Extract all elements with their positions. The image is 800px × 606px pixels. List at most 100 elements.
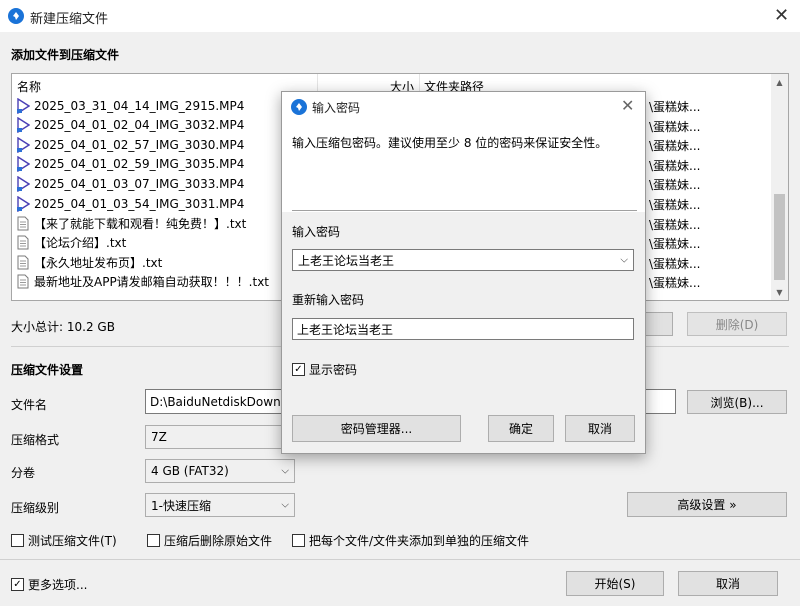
format-select[interactable]: 7Z: [145, 425, 295, 449]
close-icon[interactable]: ✕: [774, 7, 789, 25]
file-path: \蛋糕妹...: [649, 198, 701, 212]
confirm-password-label: 重新输入密码: [292, 293, 365, 307]
file-path: \蛋糕妹...: [649, 217, 701, 232]
chevron-down-icon: ⌵: [281, 465, 289, 477]
checkmark-icon: ✓: [292, 363, 305, 376]
checkbox-unchecked-icon: [292, 534, 305, 547]
file-path: \蛋糕妹...: [649, 139, 701, 154]
delete-button[interactable]: 删除(D): [687, 312, 787, 336]
file-row[interactable]: 2025_04_01_03_07_IMG_3033.MP4: [16, 174, 244, 193]
password-manager-button[interactable]: 密码管理器...: [292, 415, 461, 442]
password-dialog-description-area: 输入压缩包密码。建议使用至少 8 位的密码来保证安全性。: [282, 122, 645, 212]
file-name: 【来了就能下载和观看！纯免费！】.txt: [34, 216, 247, 231]
level-value: 1-快速压缩: [151, 498, 211, 513]
test-archive-label: 测试压缩文件(T): [28, 534, 117, 548]
format-label: 压缩格式: [11, 433, 60, 447]
password-dialog-titlebar: 输入密码 ✕: [282, 92, 645, 122]
show-password-checkbox[interactable]: ✓ 显示密码: [292, 361, 357, 378]
close-icon[interactable]: ✕: [621, 98, 634, 114]
file-path: \蛋糕妹...: [649, 119, 701, 134]
text-file-icon: [16, 215, 30, 231]
ok-button[interactable]: 确定: [488, 415, 554, 442]
file-row[interactable]: 【永久地址发布页】.txt: [16, 253, 162, 272]
advanced-settings-button[interactable]: 高级设置 »: [627, 492, 787, 517]
window-titlebar: 新建压缩文件 ✕: [0, 0, 800, 32]
video-file-icon: [16, 97, 30, 114]
browse-button[interactable]: 浏览(B)...: [687, 390, 787, 414]
level-label: 压缩级别: [11, 501, 60, 515]
file-path: \蛋糕妹...: [649, 100, 701, 114]
checkmark-icon: ✓: [11, 578, 24, 591]
more-options-label: 更多选项...: [28, 578, 88, 592]
dialog-cancel-button[interactable]: 取消: [565, 415, 635, 442]
test-archive-checkbox[interactable]: 测试压缩文件(T): [11, 532, 117, 549]
total-size: 大小总计: 10.2 GB: [11, 320, 115, 334]
file-row[interactable]: 2025_04_01_02_57_IMG_3030.MP4: [16, 135, 244, 154]
file-path: \蛋糕妹...: [649, 178, 701, 193]
password-input[interactable]: 上老王论坛当老王 ⌵: [292, 249, 634, 271]
scroll-down-icon[interactable]: ▼: [771, 284, 788, 300]
file-row[interactable]: 【来了就能下载和观看！纯免费！】.txt: [16, 214, 246, 233]
split-select[interactable]: 4 GB (FAT32) ⌵: [145, 459, 295, 483]
password-dialog-title: 输入密码: [312, 101, 361, 115]
settings-section-title: 压缩文件设置: [11, 363, 84, 377]
video-file-icon: [16, 175, 30, 192]
separate-archives-checkbox[interactable]: 把每个文件/文件夹添加到单独的压缩文件: [292, 532, 529, 549]
filename-label: 文件名: [11, 398, 48, 412]
text-file-icon: [16, 254, 30, 270]
file-row[interactable]: 最新地址及APP请发邮箱自动获取！！！.txt: [16, 272, 269, 291]
file-path: \蛋糕妹...: [649, 237, 701, 252]
chevron-down-icon[interactable]: ⌵: [620, 255, 628, 266]
split-label: 分卷: [11, 466, 36, 480]
file-name: 2025_04_01_02_57_IMG_3030.MP4: [34, 137, 245, 152]
file-row[interactable]: 2025_04_01_02_59_IMG_3035.MP4: [16, 155, 244, 174]
file-path: \蛋糕妹...: [649, 276, 701, 291]
scroll-thumb[interactable]: [774, 194, 785, 280]
show-password-label: 显示密码: [309, 363, 358, 377]
file-name: 【论坛介绍】.txt: [34, 236, 127, 251]
video-file-icon: [16, 117, 30, 134]
video-file-icon: [16, 136, 30, 153]
confirm-password-input[interactable]: 上老王论坛当老王: [292, 318, 634, 340]
file-name: 最新地址及APP请发邮箱自动获取！！！.txt: [34, 275, 270, 290]
format-value: 7Z: [151, 430, 167, 444]
scroll-up-icon[interactable]: ▲: [771, 74, 788, 90]
column-header-name[interactable]: 名称: [17, 78, 41, 95]
chevron-down-icon: ⌵: [281, 499, 289, 511]
file-path: \蛋糕妹...: [649, 158, 701, 173]
video-file-icon: [16, 156, 30, 173]
file-list-scrollbar[interactable]: ▲ ▼: [771, 74, 788, 300]
app-logo-icon: [291, 99, 307, 115]
window-title: 新建压缩文件: [30, 12, 109, 27]
text-file-icon: [16, 274, 30, 290]
add-section-title: 添加文件到压缩文件: [11, 48, 120, 62]
level-select[interactable]: 1-快速压缩 ⌵: [145, 493, 295, 517]
password-value: 上老王论坛当老王: [298, 253, 395, 268]
file-name: 2025_04_01_03_54_IMG_3031.MP4: [34, 196, 245, 211]
delete-after-label: 压缩后删除原始文件: [164, 534, 273, 548]
file-name: 2025_04_01_02_04_IMG_3032.MP4: [34, 118, 245, 133]
separate-archives-label: 把每个文件/文件夹添加到单独的压缩文件: [309, 534, 530, 548]
more-options-checkbox[interactable]: ✓ 更多选项...: [11, 576, 87, 593]
file-name: 2025_03_31_04_14_IMG_2915.MP4: [34, 98, 245, 113]
checkbox-unchecked-icon: [11, 534, 24, 547]
text-file-icon: [16, 235, 30, 251]
file-name: 2025_04_01_03_07_IMG_3033.MP4: [34, 176, 245, 191]
file-row[interactable]: 2025_04_01_03_54_IMG_3031.MP4: [16, 194, 244, 213]
password-label: 输入密码: [292, 225, 341, 239]
file-row[interactable]: 2025_03_31_04_14_IMG_2915.MP4: [16, 96, 244, 115]
split-value: 4 GB (FAT32): [151, 464, 229, 478]
file-name: 2025_04_01_02_59_IMG_3035.MP4: [34, 157, 245, 172]
file-row[interactable]: 【论坛介绍】.txt: [16, 233, 126, 252]
password-dialog: 输入密码 ✕ 输入压缩包密码。建议使用至少 8 位的密码来保证安全性。 输入密码…: [281, 91, 646, 454]
file-row[interactable]: 2025_04_01_02_04_IMG_3032.MP4: [16, 116, 244, 135]
file-name: 【永久地址发布页】.txt: [34, 255, 163, 270]
cancel-button[interactable]: 取消: [678, 571, 778, 596]
delete-after-checkbox[interactable]: 压缩后删除原始文件: [147, 532, 272, 549]
video-file-icon: [16, 195, 30, 212]
password-description: 输入压缩包密码。建议使用至少 8 位的密码来保证安全性。: [292, 136, 608, 150]
file-path: \蛋糕妹...: [649, 256, 701, 271]
checkbox-unchecked-icon: [147, 534, 160, 547]
start-button[interactable]: 开始(S): [566, 571, 664, 596]
app-logo-icon: [8, 8, 24, 24]
